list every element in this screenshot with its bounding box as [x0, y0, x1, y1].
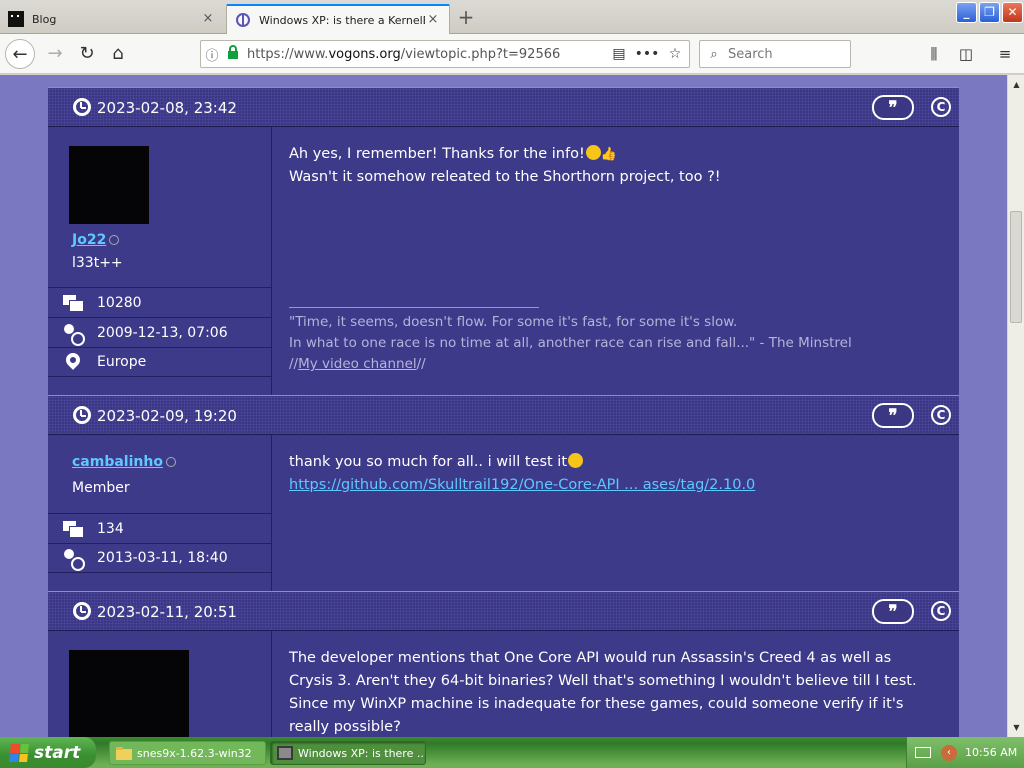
- vogons-favicon-icon: [235, 12, 251, 28]
- keyboard-icon[interactable]: [915, 747, 931, 758]
- signature-divider: [289, 307, 539, 308]
- search-input[interactable]: ⌕ Search: [699, 40, 851, 68]
- offline-status-icon: [109, 235, 120, 245]
- reader-view-icon[interactable]: ▤: [605, 46, 633, 62]
- lock-icon: [223, 45, 243, 63]
- search-icon: ⌕: [710, 46, 718, 62]
- site-info-icon[interactable]: ⓘ: [201, 45, 223, 64]
- post-profile: Jo22 l33t++ 10280 2009-12-13, 07:06 Euro…: [48, 127, 272, 395]
- tab-title: Windows XP: is there a KernelEX?: [259, 13, 425, 27]
- signature: "Time, it seems, doesn't flow. For some …: [289, 307, 949, 375]
- user-rank: Member: [72, 480, 130, 496]
- joined-icon: [63, 323, 85, 346]
- copy-link-icon[interactable]: C: [931, 97, 951, 117]
- system-tray: ‹ 10:56 AM: [906, 737, 1024, 768]
- posts-icon: [62, 520, 84, 538]
- post: cambalinho Member 134 2013-03-11, 18:40 …: [48, 435, 959, 591]
- user-rank: l33t++: [72, 255, 123, 271]
- tab-title: Blog: [32, 12, 57, 26]
- home-button[interactable]: ⌂: [103, 39, 133, 69]
- quote-button[interactable]: ❞: [872, 599, 914, 624]
- post: Jo22 l33t++ 10280 2009-12-13, 07:06 Euro…: [48, 127, 959, 395]
- folder-icon: [116, 746, 132, 760]
- clock-icon: [73, 602, 91, 620]
- joined-icon: [63, 549, 85, 571]
- maximize-button[interactable]: ❐: [979, 2, 1000, 23]
- page-actions-icon[interactable]: •••: [633, 46, 661, 62]
- quote-button[interactable]: ❞: [872, 95, 914, 120]
- clock-icon: [73, 406, 91, 424]
- vertical-scrollbar[interactable]: ▲ ▼: [1007, 75, 1024, 737]
- scroll-up-arrow-icon[interactable]: ▲: [1009, 77, 1024, 92]
- post-content: The developer mentions that One Core API…: [289, 650, 917, 735]
- post-profile: [48, 631, 272, 737]
- address-bar[interactable]: ⓘ https://www.vogons.org/viewtopic.php?t…: [200, 40, 690, 68]
- start-button[interactable]: start: [0, 737, 96, 768]
- windows-logo-icon: [9, 743, 29, 762]
- quote-button[interactable]: ❞: [872, 403, 914, 428]
- tray-clock[interactable]: 10:56 AM: [965, 746, 1017, 759]
- video-channel-link[interactable]: My video channel: [298, 356, 417, 372]
- tab-blog[interactable]: Blog ×: [0, 4, 224, 34]
- stat-joined: 2013-03-11, 18:40: [48, 543, 272, 573]
- clock-icon: [73, 98, 91, 116]
- reload-button[interactable]: ↻: [72, 39, 102, 69]
- menu-icon[interactable]: ≡: [992, 41, 1018, 67]
- tab-close-icon[interactable]: ×: [425, 12, 441, 28]
- taskbar: start snes9x-1.62.3-win32 Windows XP: is…: [0, 737, 1024, 768]
- new-tab-button[interactable]: +: [454, 6, 478, 30]
- stat-posts: 134: [48, 513, 272, 543]
- post-date: 2023-02-08, 23:42: [97, 99, 237, 117]
- smiley-icon: [585, 145, 601, 160]
- back-button[interactable]: ←: [5, 39, 35, 69]
- navigation-toolbar: ← → ↻ ⌂ ⓘ https://www.vogons.org/viewtop…: [0, 34, 1024, 74]
- minimize-button[interactable]: _: [956, 2, 977, 23]
- post-header: 2023-02-09, 19:20 ❞ C: [48, 395, 959, 435]
- post-content: thank you so much for all.. i will test …: [289, 453, 756, 493]
- taskbar-item-browser[interactable]: Windows XP: is there ...: [270, 741, 426, 765]
- post: The developer mentions that One Core API…: [48, 631, 959, 737]
- scroll-down-arrow-icon[interactable]: ▼: [1009, 720, 1024, 735]
- offline-status-icon: [165, 457, 176, 467]
- stat-location: Europe: [48, 347, 272, 377]
- posts-icon: [62, 294, 84, 312]
- copy-link-icon[interactable]: C: [931, 601, 951, 621]
- tab-close-icon[interactable]: ×: [200, 11, 216, 27]
- post-profile: cambalinho Member 134 2013-03-11, 18:40: [48, 435, 272, 591]
- topic-posts: 2023-02-08, 23:42 ❞ C Jo22 l33t++ 10280 …: [48, 75, 959, 737]
- search-placeholder: Search: [728, 46, 773, 62]
- avatar[interactable]: [69, 650, 189, 737]
- post-content: Ah yes, I remember! Thanks for the info!…: [289, 143, 949, 189]
- post-header: 2023-02-11, 20:51 ❞ C: [48, 591, 959, 631]
- username-link[interactable]: cambalinho: [72, 454, 176, 470]
- thumbs-up-icon: 👍: [600, 147, 617, 162]
- url-text: https://www.vogons.org/viewtopic.php?t=9…: [247, 46, 561, 62]
- show-hidden-icons-icon[interactable]: ‹: [941, 744, 957, 761]
- post-date: 2023-02-09, 19:20: [97, 407, 237, 425]
- tab-windows-xp[interactable]: Windows XP: is there a KernelEX? ×: [226, 4, 450, 34]
- blog-favicon-icon: [8, 11, 24, 27]
- page-viewport: 2023-02-08, 23:42 ❞ C Jo22 l33t++ 10280 …: [0, 75, 1007, 737]
- scrollbar-thumb[interactable]: [1010, 211, 1022, 323]
- taskbar-item-folder[interactable]: snes9x-1.62.3-win32: [109, 741, 266, 765]
- sidebar-icon[interactable]: ◫: [953, 41, 979, 67]
- bookmark-star-icon[interactable]: ☆: [661, 46, 689, 62]
- forward-button[interactable]: →: [40, 39, 70, 69]
- copy-link-icon[interactable]: C: [931, 405, 951, 425]
- avatar[interactable]: [69, 146, 149, 224]
- tab-strip: Blog × Windows XP: is there a KernelEX? …: [0, 0, 1024, 34]
- library-icon[interactable]: ⫼: [921, 41, 947, 67]
- post-header: 2023-02-08, 23:42 ❞ C: [48, 87, 959, 127]
- window-controls: _ ❐ ✕: [955, 0, 1024, 25]
- wink-smiley-icon: [568, 453, 584, 468]
- close-window-button[interactable]: ✕: [1002, 2, 1023, 23]
- stat-posts: 10280: [48, 287, 272, 317]
- location-icon: [66, 353, 80, 371]
- stat-joined: 2009-12-13, 07:06: [48, 317, 272, 347]
- username-link[interactable]: Jo22: [72, 232, 120, 248]
- browser-window-icon: [277, 746, 293, 760]
- post-date: 2023-02-11, 20:51: [97, 603, 237, 621]
- github-link[interactable]: https://github.com/Skulltrail192/One-Cor…: [289, 477, 755, 493]
